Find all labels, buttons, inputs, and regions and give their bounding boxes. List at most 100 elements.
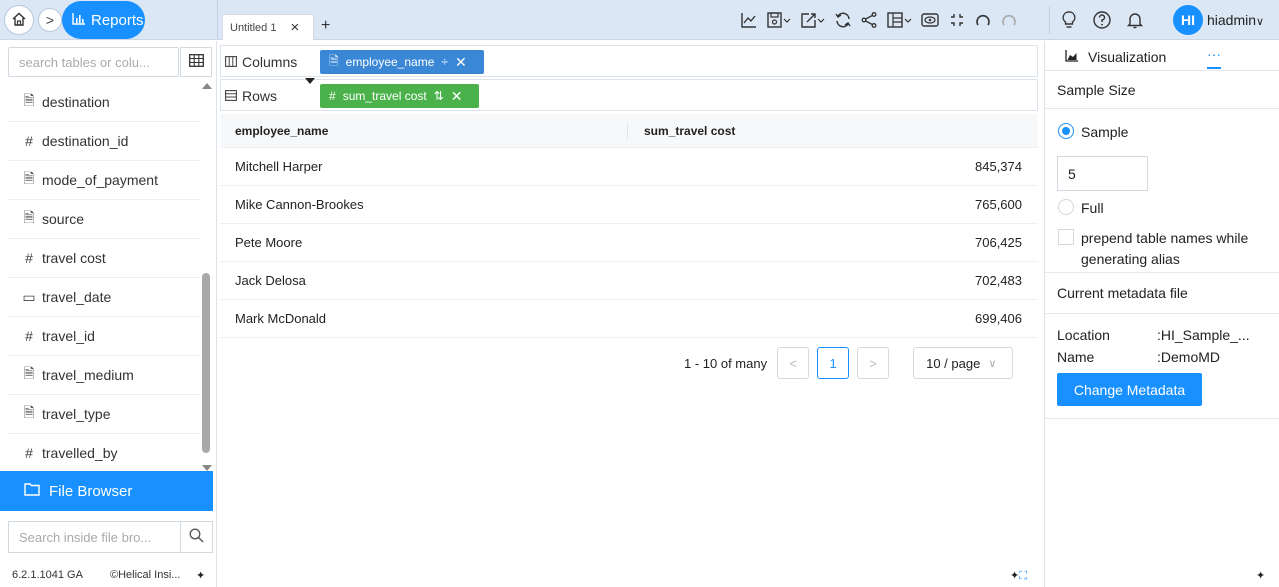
rows-shelf[interactable]: Rows # sum_travel cost ⇅ ✕	[220, 78, 1038, 111]
lightbulb-icon[interactable]	[1060, 8, 1078, 32]
remove-chip-icon[interactable]: ✕	[451, 88, 463, 105]
table-row[interactable]: Mitchell Harper 845,374	[220, 148, 1038, 186]
preview-icon[interactable]	[920, 8, 940, 32]
cell-sum-travel-cost: 702,483	[975, 273, 1022, 288]
table-view-button[interactable]	[180, 47, 212, 77]
save-icon[interactable]	[766, 8, 792, 32]
remove-chip-icon[interactable]: ✕	[455, 54, 467, 71]
sort-icon[interactable]: ⇅	[434, 89, 444, 103]
help-icon[interactable]	[1092, 8, 1112, 32]
full-radio[interactable]	[1058, 199, 1074, 215]
share-icon[interactable]	[860, 8, 878, 32]
cell-sum-travel-cost: 765,600	[975, 197, 1022, 212]
page-size-select[interactable]: 10 / page ∨	[913, 347, 1014, 379]
columns-icon	[225, 54, 237, 70]
field-list-scrollbar[interactable]	[201, 83, 212, 471]
field-item-label: destination	[42, 94, 110, 110]
column-chip-employee-name[interactable]: 🗎 employee_name ÷ ✕	[320, 50, 484, 74]
sample-radio[interactable]	[1058, 123, 1074, 139]
next-page-button[interactable]: >	[857, 347, 890, 379]
sample-size-input[interactable]: 5	[1057, 156, 1148, 191]
field-item[interactable]: 🗎 destination	[8, 83, 200, 122]
table-row[interactable]: Mark McDonald 699,406	[220, 300, 1038, 338]
tab-visualization[interactable]: Visualization	[1065, 49, 1166, 65]
table-header: employee_name sum_travel cost	[220, 114, 1038, 148]
cell-employee-name: Jack Delosa	[235, 273, 306, 288]
field-item-label: travelled_by	[42, 445, 118, 461]
full-radio-label: Full	[1081, 200, 1104, 216]
move-icon[interactable]: ÷	[441, 55, 448, 69]
field-item[interactable]: # destination_id	[8, 122, 200, 161]
field-item[interactable]: # travelled_by	[8, 434, 200, 471]
sample-radio-label: Sample	[1081, 124, 1129, 140]
prepend-table-names-checkbox[interactable]	[1058, 229, 1074, 245]
divider	[1049, 6, 1050, 34]
columns-shelf[interactable]: Columns 🗎 employee_name ÷ ✕	[220, 45, 1038, 77]
row-chip-sum-travel-cost[interactable]: # sum_travel cost ⇅ ✕	[320, 84, 479, 108]
fullscreen-icon[interactable]	[948, 8, 966, 32]
row-chip-label: sum_travel cost	[342, 89, 427, 103]
field-item[interactable]: 🗎 travel_medium	[8, 356, 200, 395]
user-menu[interactable]: hiadmin∨	[1207, 12, 1264, 28]
file-search-button[interactable]	[180, 521, 213, 553]
add-tab-button[interactable]: +	[321, 17, 330, 35]
field-list: 🗎 destination # destination_id 🗎 mode_of_paym…	[8, 83, 200, 471]
search-icon	[189, 528, 204, 546]
export-icon[interactable]	[800, 8, 826, 32]
field-item-label: destination_id	[42, 133, 129, 149]
refresh-icon[interactable]	[834, 8, 852, 32]
scroll-thumb[interactable]	[202, 273, 210, 453]
name-value: :DemoMD	[1157, 349, 1221, 365]
rows-shelf-label: Rows	[225, 88, 277, 104]
search-tables-input[interactable]: search tables or colu...	[8, 47, 179, 77]
divider	[217, 0, 218, 40]
home-button[interactable]	[4, 5, 34, 35]
panel-tabs: Visualization ···	[1045, 41, 1279, 71]
bell-icon[interactable]	[1126, 8, 1144, 32]
report-tab[interactable]: Untitled 1 ×	[222, 14, 314, 40]
cell-sum-travel-cost: 699,406	[975, 311, 1022, 326]
area-chart-icon	[1065, 49, 1078, 65]
prev-page-button[interactable]: <	[777, 347, 810, 379]
field-item[interactable]: 🗎 source	[8, 200, 200, 239]
text-field-icon: 🗎	[23, 404, 35, 420]
avatar[interactable]: HI	[1173, 5, 1203, 35]
folder-icon	[24, 482, 40, 500]
divider	[1045, 418, 1279, 419]
line-chart-icon[interactable]	[740, 8, 758, 32]
column-header-employee-name[interactable]: employee_name	[220, 121, 628, 140]
field-item[interactable]: # travel cost	[8, 239, 200, 278]
text-field-icon: 🗎	[329, 53, 339, 68]
tab-more[interactable]: ···	[1207, 47, 1221, 69]
breadcrumb-arrow[interactable]: >	[38, 8, 62, 32]
metadata-title: Current metadata file	[1057, 285, 1188, 301]
pin-icon[interactable]: ✦	[1256, 569, 1265, 582]
pin-icon[interactable]: ✦⛶	[1010, 569, 1027, 583]
number-field-icon: #	[25, 133, 33, 149]
text-field-icon: 🗎	[23, 92, 35, 108]
reports-breadcrumb[interactable]: Reports	[62, 1, 145, 39]
field-item[interactable]: # travel_id	[8, 317, 200, 356]
field-item[interactable]: 🗎 travel_type	[8, 395, 200, 434]
report-canvas: Columns 🗎 employee_name ÷ ✕ Rows # sum_t…	[218, 41, 1044, 587]
layout-icon[interactable]	[886, 8, 912, 32]
columns-label: Columns	[242, 54, 298, 70]
pagination: 1 - 10 of many < 1 > 10 / page ∨	[684, 347, 1014, 379]
collapse-arrow-icon[interactable]	[305, 78, 315, 84]
current-page-button[interactable]: 1	[817, 347, 850, 379]
change-metadata-button[interactable]: Change Metadata	[1057, 373, 1202, 406]
scroll-up-arrow[interactable]	[202, 83, 212, 89]
column-header-sum-travel-cost[interactable]: sum_travel cost	[628, 124, 735, 138]
field-item[interactable]: 🗎 mode_of_payment	[8, 161, 200, 200]
undo-icon[interactable]	[974, 8, 992, 32]
table-row[interactable]: Jack Delosa 702,483	[220, 262, 1038, 300]
table-row[interactable]: Mike Cannon-Brookes 765,600	[220, 186, 1038, 224]
pin-icon[interactable]: ✦	[196, 569, 205, 582]
redo-icon[interactable]	[1000, 8, 1018, 32]
file-browser-button[interactable]: File Browser	[0, 471, 213, 511]
file-search-input[interactable]: Search inside file bro...	[8, 521, 181, 553]
table-row[interactable]: Pete Moore 706,425	[220, 224, 1038, 262]
field-item[interactable]: ▭ travel_date	[8, 278, 200, 317]
tab-close-icon[interactable]: ×	[290, 19, 299, 36]
name-label: Name	[1057, 349, 1095, 365]
